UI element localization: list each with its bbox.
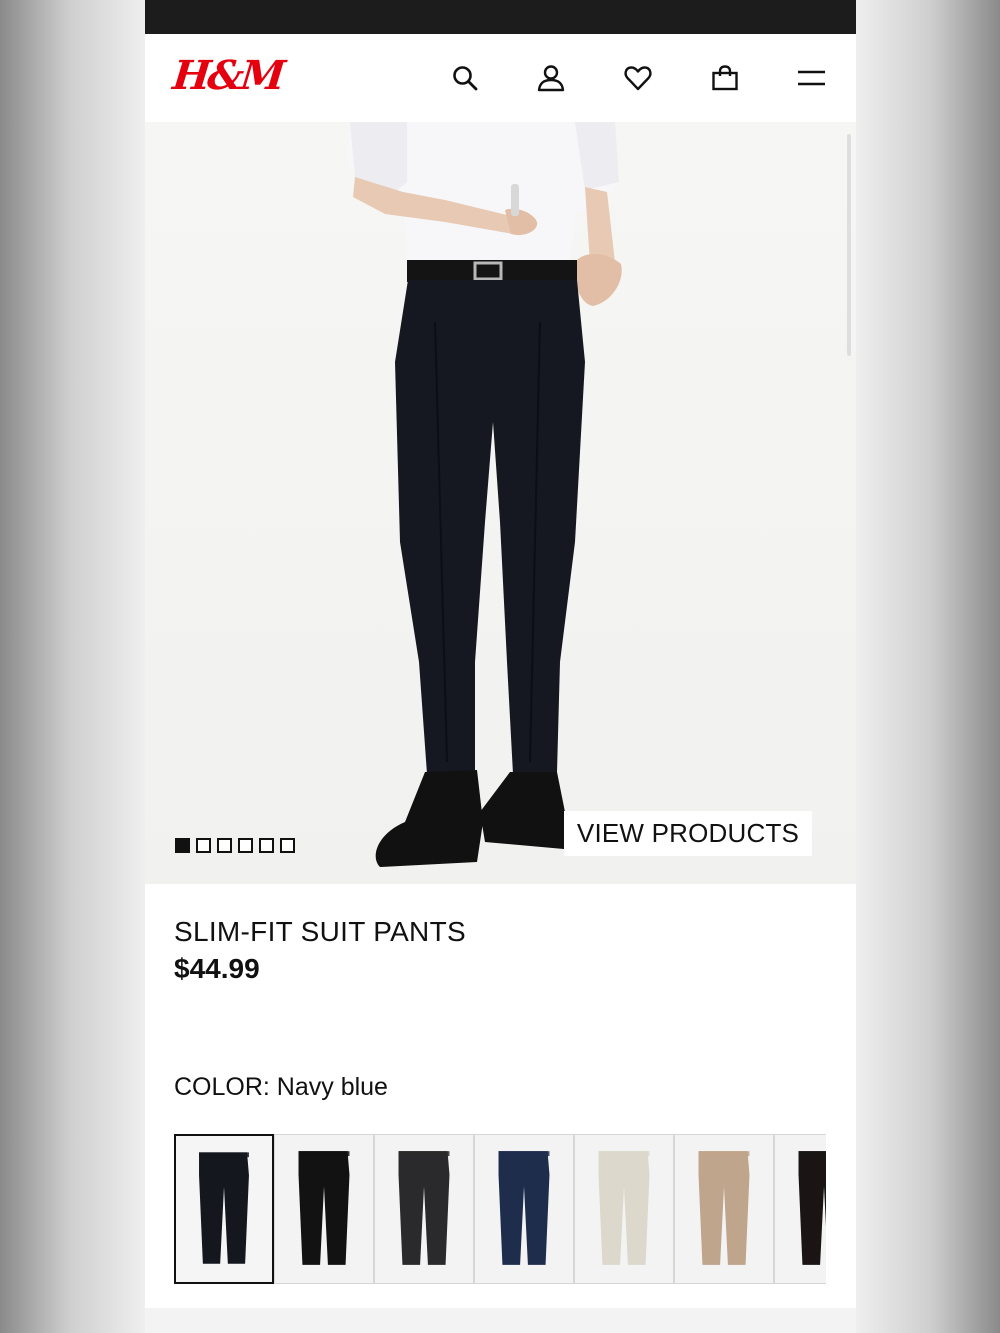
account-button[interactable] <box>531 58 571 98</box>
shopping-bag-button[interactable] <box>705 58 745 98</box>
site-header: H&M <box>145 34 856 122</box>
gallery-dot[interactable] <box>196 838 211 853</box>
product-price: $44.99 <box>174 953 260 984</box>
pants-thumbnail <box>798 1151 826 1265</box>
menu-button[interactable] <box>791 58 831 98</box>
color-swatch-list <box>174 1134 826 1284</box>
phone-screen: H&M VIEW PRODUCTS SLIM-FIT SUIT PANTS $4… <box>145 0 856 1333</box>
bag-icon <box>712 65 738 91</box>
gallery-dot[interactable] <box>259 838 274 853</box>
color-swatch[interactable] <box>674 1134 774 1284</box>
pants-thumbnail <box>298 1151 350 1265</box>
color-swatch[interactable] <box>474 1134 574 1284</box>
account-icon <box>537 65 565 92</box>
heart-icon <box>624 66 652 91</box>
pants-thumbnail <box>698 1151 750 1265</box>
favorites-button[interactable] <box>618 58 658 98</box>
search-button[interactable] <box>445 58 485 98</box>
product-photo-model <box>347 122 622 867</box>
color-swatch[interactable] <box>774 1134 826 1284</box>
color-swatch[interactable] <box>174 1134 274 1284</box>
search-icon <box>453 66 478 91</box>
color-swatch[interactable] <box>274 1134 374 1284</box>
hm-logo[interactable]: H&M <box>171 52 285 99</box>
gallery-dot[interactable] <box>175 838 190 853</box>
bottom-edge <box>145 1308 856 1333</box>
gallery-dot[interactable] <box>280 838 295 853</box>
status-bar <box>145 0 856 34</box>
pants-thumbnail <box>199 1152 249 1264</box>
color-label: COLOR: Navy blue <box>174 1073 388 1101</box>
gallery-dot[interactable] <box>217 838 232 853</box>
product-title: SLIM-FIT SUIT PANTS <box>174 916 466 947</box>
menu-icon <box>798 70 825 86</box>
pants-thumbnail <box>398 1151 450 1265</box>
product-image-gallery[interactable]: VIEW PRODUCTS <box>145 122 856 884</box>
color-swatch[interactable] <box>574 1134 674 1284</box>
color-swatch[interactable] <box>374 1134 474 1284</box>
pants-thumbnail <box>598 1151 650 1265</box>
gallery-dot[interactable] <box>238 838 253 853</box>
pants-thumbnail <box>498 1151 550 1265</box>
view-products-button[interactable]: VIEW PRODUCTS <box>564 811 812 856</box>
gallery-pagination <box>175 838 295 853</box>
gallery-scrollbar[interactable] <box>847 134 851 356</box>
